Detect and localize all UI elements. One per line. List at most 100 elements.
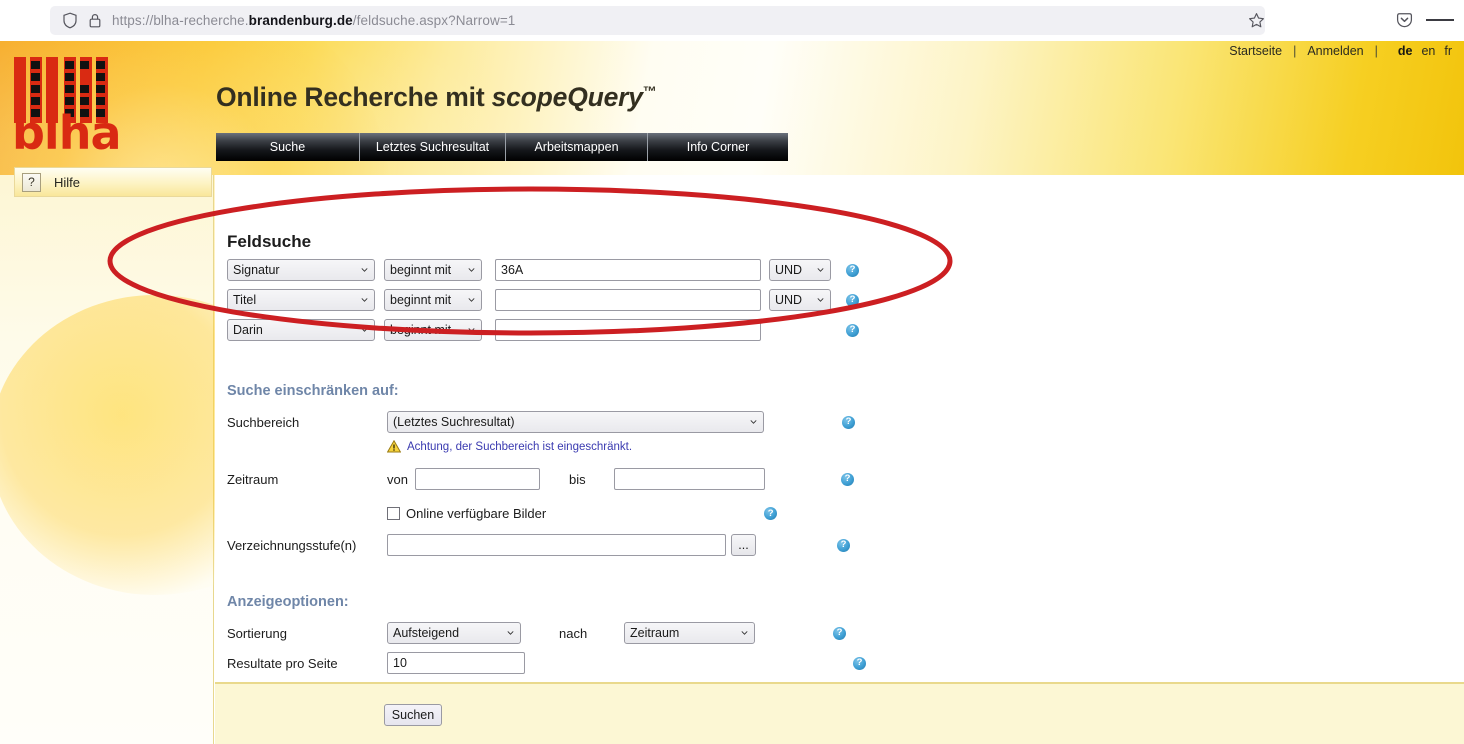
online-bilder-checkbox[interactable]	[387, 507, 400, 520]
tab-letztes-suchresultat[interactable]: Letztes Suchresultat	[360, 133, 506, 161]
boolean-select-2[interactable]: UND	[769, 289, 831, 311]
warning-triangle-icon	[387, 440, 401, 453]
main-content: Feldsuche Signatur beginnt mit UND	[215, 175, 1464, 744]
boolean-select-1-wrap: UND	[769, 259, 831, 281]
operator-select-1[interactable]: beginnt mit	[384, 259, 482, 281]
help-icon-resultate[interactable]: ?	[853, 656, 866, 670]
action-bar: Suchen	[215, 682, 1464, 744]
suchbereich-label: Suchbereich	[227, 414, 300, 430]
nav-startseite-link[interactable]: Startseite	[1229, 44, 1282, 58]
help-icon-sortierung[interactable]: ?	[833, 626, 846, 640]
address-bar[interactable]: https://blha-recherche.brandenburg.de/fe…	[50, 6, 1265, 35]
field-search-row-2: Titel beginnt mit UND ?	[227, 289, 859, 311]
verzeichnungsstufe-browse-button[interactable]: ...	[731, 534, 756, 556]
search-value-input-3[interactable]	[495, 319, 761, 341]
resultate-row: Resultate pro Seite ?	[227, 652, 866, 674]
sortierung-row: Sortierung Aufsteigend nach Zeitraum ?	[227, 622, 846, 644]
zeitraum-von-input[interactable]	[415, 468, 540, 490]
operator-select-3-wrap: beginnt mit	[384, 319, 482, 341]
site-header: Startseite | Anmelden | de en fr blha On…	[0, 41, 1464, 411]
resultate-input[interactable]	[387, 652, 525, 674]
help-icon-zeitraum[interactable]: ?	[841, 472, 854, 486]
zeitraum-label: Zeitraum	[227, 471, 279, 487]
bilder-checkbox-row: Online verfügbare Bilder ?	[387, 506, 778, 521]
pocket-icon[interactable]	[1390, 6, 1418, 34]
help-icon-row-2[interactable]: ?	[846, 293, 859, 307]
operator-select-2-wrap: beginnt mit	[384, 289, 482, 311]
url-text: https://blha-recherche.brandenburg.de/fe…	[112, 13, 515, 28]
online-bilder-label: Online verfügbare Bilder	[406, 506, 547, 521]
operator-select-1-wrap: beginnt mit	[384, 259, 482, 281]
field-select-3-wrap: Darin	[227, 319, 375, 341]
hilfe-button[interactable]: ? Hilfe	[14, 167, 212, 197]
url-domain: brandenburg.de	[248, 13, 353, 28]
menu-bar-3	[1444, 19, 1454, 21]
browser-toolbar: https://blha-recherche.brandenburg.de/fe…	[0, 0, 1464, 41]
verzeichnungsstufe-row: Verzeichnungsstufe(n) ... ?	[227, 534, 850, 556]
boolean-select-2-wrap: UND	[769, 289, 831, 311]
help-icon-row-3[interactable]: ?	[846, 323, 859, 337]
sortierung-select[interactable]: Aufsteigend	[387, 622, 521, 644]
verzeichnungsstufe-input[interactable]	[387, 534, 726, 556]
web-page: Startseite | Anmelden | de en fr blha On…	[0, 41, 1464, 744]
page-title-main: Online Recherche mit	[216, 82, 492, 112]
suchen-button[interactable]: Suchen	[384, 704, 442, 726]
suchbereich-select[interactable]: (Letztes Suchresultat)	[387, 411, 764, 433]
zeitraum-bis-input[interactable]	[614, 468, 765, 490]
url-scheme: https://	[112, 13, 154, 28]
lang-en-link[interactable]: en	[1421, 44, 1435, 58]
field-select-2-wrap: Titel	[227, 289, 375, 311]
restrict-heading: Suche einschränken auf:	[227, 383, 399, 399]
main-tab-bar: Suche Letztes Suchresultat Arbeitsmappen…	[216, 133, 788, 161]
blha-logo-wordmark: blha	[12, 106, 121, 160]
bookmark-star-icon[interactable]	[1240, 4, 1272, 36]
nach-label: nach	[559, 625, 588, 641]
nach-select-wrap: Zeitraum	[624, 622, 755, 644]
suchbereich-select-wrap: (Letztes Suchresultat)	[387, 411, 764, 433]
field-search-row-3: Darin beginnt mit ?	[227, 319, 859, 341]
blha-logo[interactable]: blha	[12, 55, 121, 157]
field-search-row-1: Signatur beginnt mit UND ?	[227, 259, 859, 281]
hilfe-label: Hilfe	[54, 174, 81, 190]
top-navigation: Startseite | Anmelden | de en fr	[1229, 44, 1452, 58]
tab-arbeitsmappen[interactable]: Arbeitsmappen	[506, 133, 648, 161]
question-mark-icon: ?	[22, 172, 41, 192]
help-icon-row-1[interactable]: ?	[846, 263, 859, 277]
field-select-1[interactable]: Signatur	[227, 259, 375, 281]
sortierung-select-wrap: Aufsteigend	[387, 622, 521, 644]
menu-bar-1	[1426, 19, 1436, 21]
sortierung-label: Sortierung	[227, 625, 287, 641]
hamburger-menu-icon[interactable]	[1426, 6, 1454, 34]
field-select-2[interactable]: Titel	[227, 289, 375, 311]
operator-select-2[interactable]: beginnt mit	[384, 289, 482, 311]
tab-suche[interactable]: Suche	[216, 133, 360, 161]
help-icon-verzeichnungsstufe[interactable]: ?	[837, 538, 850, 552]
lang-fr-link[interactable]: fr	[1444, 44, 1452, 58]
lock-icon	[89, 14, 101, 28]
lang-de-link[interactable]: de	[1398, 44, 1413, 58]
feldsuche-heading: Feldsuche	[227, 232, 312, 251]
nav-separator-2: |	[1374, 44, 1378, 58]
page-title: Online Recherche mit scopeQuery™	[216, 82, 657, 113]
trademark-symbol: ™	[642, 83, 657, 100]
field-select-3[interactable]: Darin	[227, 319, 375, 341]
nav-anmelden-link[interactable]: Anmelden	[1307, 44, 1363, 58]
search-value-input-2[interactable]	[495, 289, 761, 311]
suchbereich-row: Suchbereich (Letztes Suchresultat) ?	[227, 411, 855, 433]
tab-info-corner[interactable]: Info Corner	[648, 133, 788, 161]
help-icon-suchbereich[interactable]: ?	[842, 415, 855, 429]
nach-select[interactable]: Zeitraum	[624, 622, 755, 644]
warning-text: Achtung, der Suchbereich ist eingeschrän…	[407, 440, 633, 453]
help-icon-bilder[interactable]: ?	[764, 507, 778, 520]
shield-icon	[63, 12, 77, 29]
resultate-label: Resultate pro Seite	[227, 655, 338, 671]
search-value-input-1[interactable]	[495, 259, 761, 281]
zeitraum-von-label: von	[387, 471, 408, 487]
operator-select-3[interactable]: beginnt mit	[384, 319, 482, 341]
nav-separator-1: |	[1293, 44, 1297, 58]
suchbereich-warning: Achtung, der Suchbereich ist eingeschrän…	[387, 440, 632, 453]
boolean-select-1[interactable]: UND	[769, 259, 831, 281]
zeitraum-row: Zeitraum von bis ?	[227, 468, 854, 490]
anzeigeoptionen-heading: Anzeigeoptionen:	[227, 594, 349, 610]
url-path: /feldsuche.aspx?Narrow=1	[352, 13, 516, 28]
